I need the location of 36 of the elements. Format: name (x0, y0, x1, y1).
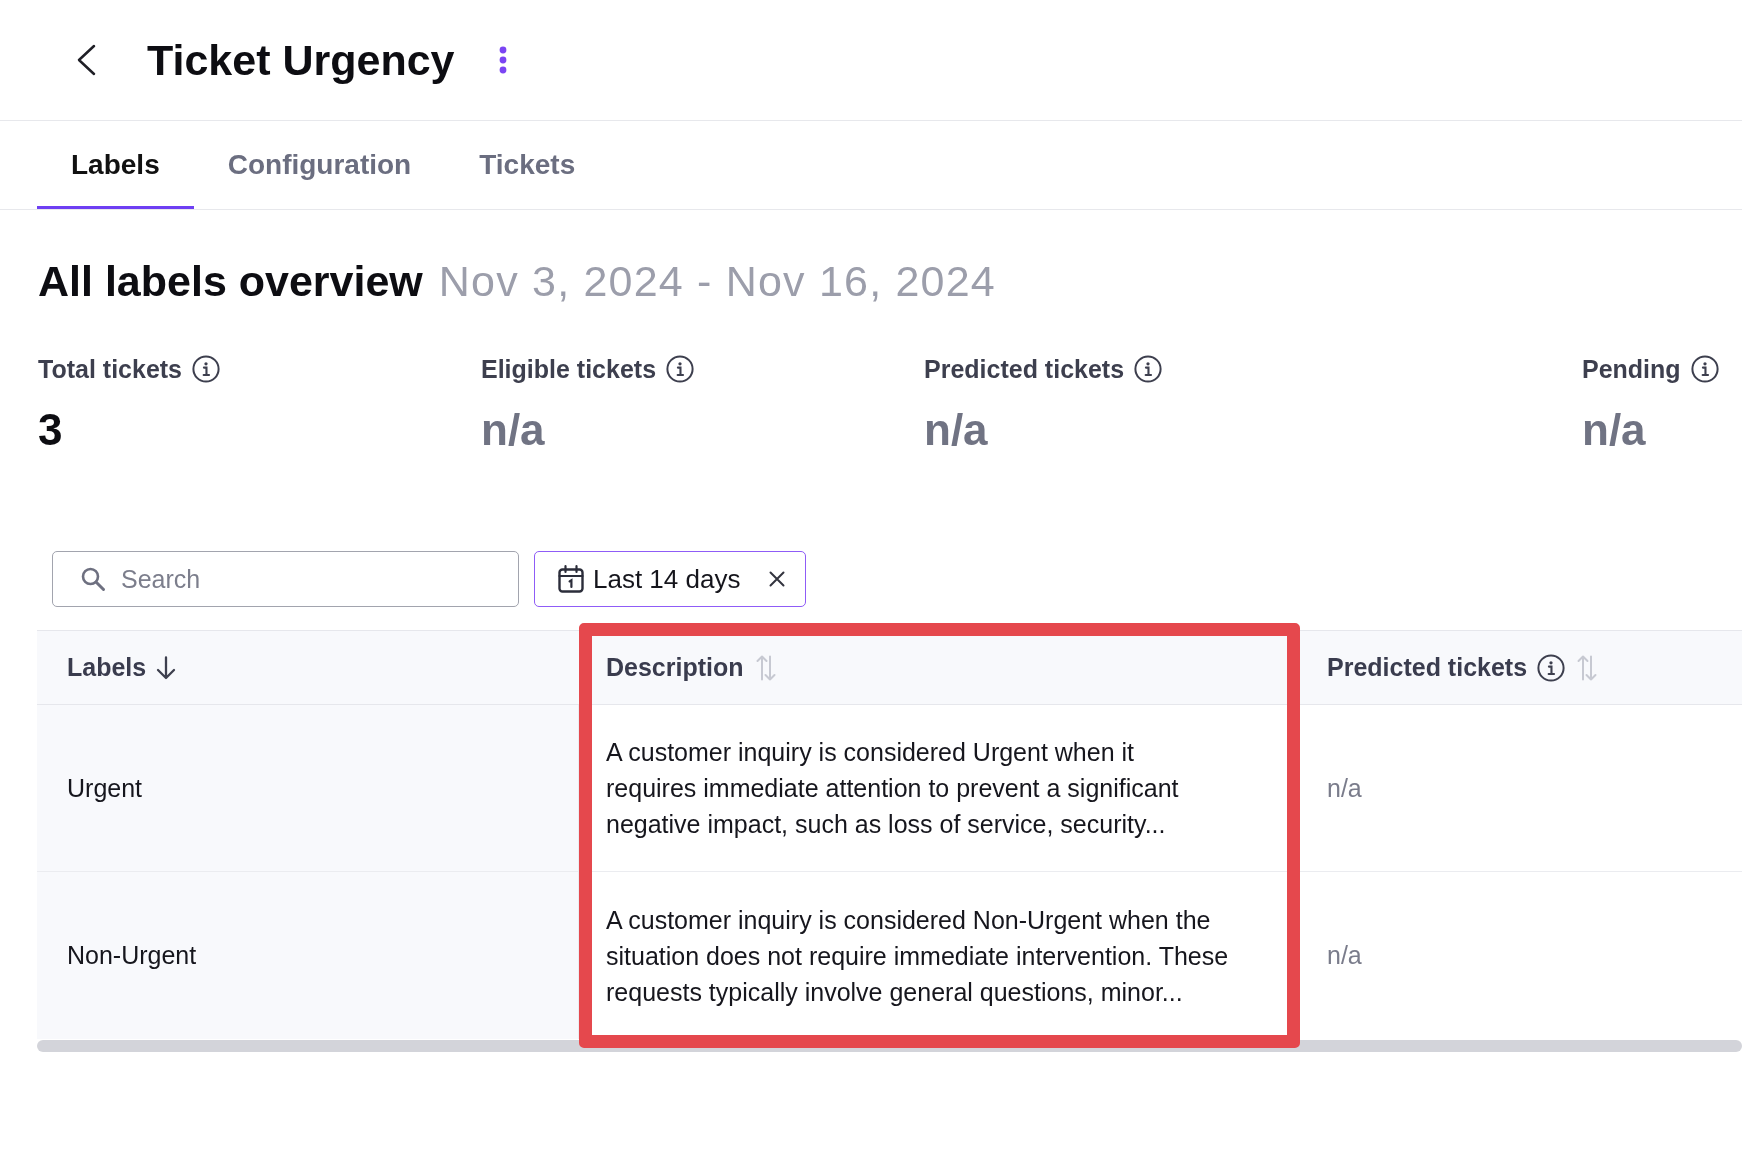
stat-label: Eligible tickets (481, 354, 657, 384)
label-name: Non-Urgent (67, 941, 197, 970)
column-header[interactable]: Predicted tickets (1327, 653, 1598, 682)
label-name: Urgent (67, 773, 143, 803)
info-icon[interactable] (666, 355, 695, 383)
info-icon[interactable] (1690, 355, 1719, 383)
search-field[interactable]: Search (52, 551, 519, 607)
arrow-down-icon[interactable] (156, 655, 177, 680)
stat-label: Predicted tickets (924, 354, 1125, 384)
column-header[interactable]: Labels (67, 653, 177, 682)
column-header[interactable]: Description (606, 653, 776, 682)
stat-value: n/a (481, 405, 545, 455)
tab[interactable]: Tickets (445, 121, 610, 209)
date-filter-chip[interactable]: Last 14 days (534, 551, 807, 607)
info-icon[interactable] (192, 355, 221, 383)
tab[interactable]: Labels (37, 121, 194, 209)
stat-value: n/a (1582, 405, 1646, 455)
date-range: Nov 3, 2024 - Nov 16, 2024 (438, 256, 996, 307)
ticket-count: n/a (1327, 941, 1362, 970)
section-title: All labels overview (38, 256, 423, 307)
more-options-icon[interactable] (498, 46, 507, 74)
calendar-icon (558, 565, 584, 593)
stat-value: 3 (38, 405, 63, 455)
ticket-count: n/a (1327, 773, 1362, 803)
stat-label: Total tickets (38, 354, 183, 384)
label-description: A customer inquiry is considered Urgent when it requires immediate attention to prevent a significant negative impact, such as loss of service, security... (606, 737, 1180, 840)
back-icon[interactable] (76, 44, 96, 76)
label-description: A customer inquiry is considered Non-Urgent when the situation does not require immediate intervention. These requests typically involve general questions, minor... (606, 904, 1230, 1008)
info-icon[interactable] (1537, 653, 1566, 682)
page-title: Ticket Urgency (147, 35, 455, 85)
stat-label: Pending (1582, 354, 1681, 384)
tab[interactable]: Configuration (193, 121, 446, 209)
stat-value: n/a (924, 405, 988, 455)
info-icon[interactable] (1134, 355, 1163, 383)
search-icon (80, 566, 106, 592)
close-icon[interactable] (769, 571, 786, 587)
